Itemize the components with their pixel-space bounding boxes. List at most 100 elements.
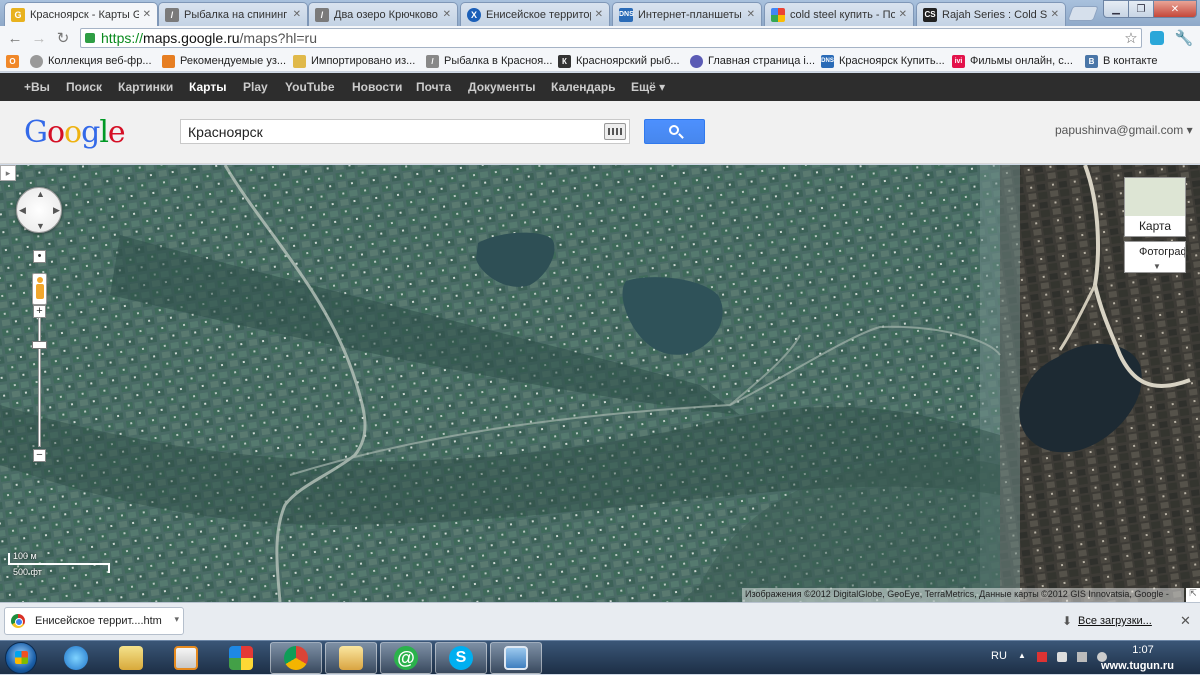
wrench-icon[interactable]: 🔧	[1175, 29, 1194, 47]
address-bar[interactable]: https://maps.google.ru/maps?hl=ru	[80, 28, 1142, 48]
fish-club-icon: К	[558, 54, 571, 68]
language-indicator[interactable]: RU	[991, 650, 1007, 662]
gbar-plus-you[interactable]: +Вы	[24, 80, 50, 94]
search-button[interactable]	[644, 119, 705, 144]
overview-toggle-icon[interactable]: ⇱	[1186, 588, 1200, 602]
clock[interactable]: 1:07	[1123, 644, 1163, 656]
bookmark-recommended[interactable]: Рекомендуемые уз...	[162, 53, 286, 69]
tab-rajah-series[interactable]: CS Rajah Series : Cold Stee ✕	[916, 2, 1066, 26]
bookmark-imported[interactable]: Импортировано из...	[293, 53, 415, 69]
tray-expand-icon[interactable]: ▲	[1018, 651, 1028, 661]
street-view-pegman-icon[interactable]	[32, 273, 47, 305]
tab-fishing-spinning[interactable]: / Рыбалка на спининг - ✕	[158, 2, 308, 26]
bookmark-star-icon[interactable]: ☆	[1122, 29, 1140, 47]
zoom-slider-track[interactable]	[38, 317, 41, 447]
close-icon[interactable]: ✕	[1180, 613, 1191, 629]
folder-window-icon[interactable]	[325, 642, 377, 674]
minimize-button[interactable]: ▁	[1103, 0, 1129, 18]
zoom-out-button[interactable]: −	[33, 449, 46, 462]
tab-two-lakes[interactable]: / Два озеро Крючково - ✕	[308, 2, 458, 26]
download-filename: Енисейское террит....htm	[35, 615, 162, 627]
close-tab-icon[interactable]: ✕	[1051, 9, 1059, 20]
gbar-news[interactable]: Новости	[352, 80, 402, 94]
bookmark-fishing-krasnoyarsk[interactable]: / Рыбалка в Красноя...	[426, 53, 552, 69]
scale-metric: 100 м	[13, 551, 37, 561]
google-bar: +Вы Поиск Картинки Карты Play YouTube Но…	[0, 73, 1200, 101]
new-tab-button[interactable]	[1067, 6, 1099, 21]
bookmark-vk[interactable]: В В контакте	[1085, 53, 1158, 69]
pan-right-icon[interactable]: ▶	[53, 205, 60, 216]
google-logo[interactable]: Google	[24, 115, 126, 150]
close-tab-icon[interactable]: ✕	[595, 9, 603, 20]
download-item[interactable]: Енисейское террит....htm ▾	[4, 607, 184, 635]
mail-agent-icon[interactable]: @	[380, 642, 432, 674]
gbar-images[interactable]: Картинки	[118, 80, 173, 94]
gbar-search[interactable]: Поиск	[66, 80, 102, 94]
bookmark-dns[interactable]: DNS Красноярск Купить...	[821, 53, 945, 69]
map-type-map-button[interactable]: Карта	[1124, 177, 1186, 237]
odnoklassniki-icon: О	[6, 54, 19, 68]
tab-title: Красноярск - Карты G	[30, 8, 139, 21]
search-input[interactable]: Красноярск	[180, 119, 630, 144]
extension-icon[interactable]	[1148, 29, 1166, 47]
collapse-panel-icon[interactable]: ▸	[0, 165, 16, 181]
bookmark-apps[interactable]: О	[6, 53, 24, 69]
gbar-mail[interactable]: Почта	[416, 80, 451, 94]
pan-up-icon[interactable]: ▲	[36, 189, 45, 199]
close-tab-icon[interactable]: ✕	[747, 9, 755, 20]
zoom-slider-handle[interactable]	[32, 341, 47, 349]
close-window-button[interactable]: ✕	[1153, 0, 1197, 18]
power-icon[interactable]	[1057, 652, 1067, 662]
bookmark-home-page[interactable]: Главная страница i...	[690, 53, 815, 69]
chevron-down-icon[interactable]: ▾	[174, 614, 179, 625]
chrome-icon	[11, 614, 25, 628]
bookmark-fish-club[interactable]: К Красноярский рыб...	[558, 53, 680, 69]
paint-icon[interactable]	[215, 642, 267, 674]
action-center-icon[interactable]	[1037, 652, 1047, 662]
account-menu[interactable]: papushinva@gmail.com ▾	[1055, 123, 1193, 137]
tab-cold-steel-search[interactable]: cold steel купить - Пои ✕	[764, 2, 914, 26]
close-tab-icon[interactable]: ✕	[293, 9, 301, 20]
skype-icon[interactable]: S	[435, 642, 487, 674]
recommended-icon	[162, 54, 175, 68]
gbar-calendar[interactable]: Календарь	[551, 80, 616, 94]
reset-view-icon[interactable]: •	[33, 250, 46, 263]
close-tab-icon[interactable]: ✕	[143, 9, 151, 20]
keyboard-icon[interactable]	[604, 123, 626, 140]
close-tab-icon[interactable]: ✕	[899, 9, 907, 20]
map-type-photo-button[interactable]: Фотограф ▼	[1124, 241, 1186, 273]
pan-control[interactable]: ▲ ▼ ◀ ▶	[16, 187, 62, 233]
tab-title: Рыбалка на спининг -	[184, 8, 289, 21]
tab-enisei[interactable]: X Енисейское территор ✕	[460, 2, 610, 26]
restore-button[interactable]: ❐	[1128, 0, 1154, 18]
media-player-icon[interactable]	[160, 642, 212, 674]
gbar-youtube[interactable]: YouTube	[285, 80, 335, 94]
bookmark-ivi[interactable]: ivi Фильмы онлайн, с...	[952, 53, 1073, 69]
start-button[interactable]	[5, 642, 37, 674]
back-arrow-icon[interactable]: ←	[6, 29, 24, 47]
chrome-taskbar-icon[interactable]	[270, 642, 322, 674]
tab-maps[interactable]: G Красноярск - Карты G ✕	[4, 2, 158, 26]
tab-title: Интернет-планшеты |	[638, 8, 743, 21]
folder-icon	[293, 54, 306, 68]
explorer-icon[interactable]	[105, 642, 157, 674]
close-tab-icon[interactable]: ✕	[443, 9, 451, 20]
gbar-play[interactable]: Play	[243, 80, 268, 94]
satellite-imagery	[0, 165, 1200, 602]
all-downloads-link[interactable]: Все загрузки...	[1078, 615, 1152, 627]
tab-tablets[interactable]: DNS Интернет-планшеты | ✕	[612, 2, 762, 26]
dns-icon: DNS	[821, 54, 834, 68]
reload-icon[interactable]: ↻	[54, 29, 72, 47]
picture-viewer-icon[interactable]	[490, 642, 542, 674]
bookmark-web-collection[interactable]: Коллекция веб-фр...	[30, 53, 152, 69]
gbar-more[interactable]: Ещё ▾	[631, 80, 665, 94]
forward-arrow-icon[interactable]: →	[30, 29, 48, 47]
network-icon[interactable]	[1077, 652, 1087, 662]
pan-left-icon[interactable]: ◀	[19, 205, 26, 216]
gbar-maps[interactable]: Карты	[189, 80, 226, 94]
gbar-docs[interactable]: Документы	[468, 80, 535, 94]
bookmark-label: Главная страница i...	[708, 55, 816, 67]
pan-down-icon[interactable]: ▼	[36, 221, 45, 231]
internet-explorer-icon[interactable]	[50, 642, 102, 674]
satellite-map[interactable]: ▸ ▲ ▼ ◀ ▶ • + − 100 м 500 фт Карта Фотог…	[0, 165, 1200, 602]
